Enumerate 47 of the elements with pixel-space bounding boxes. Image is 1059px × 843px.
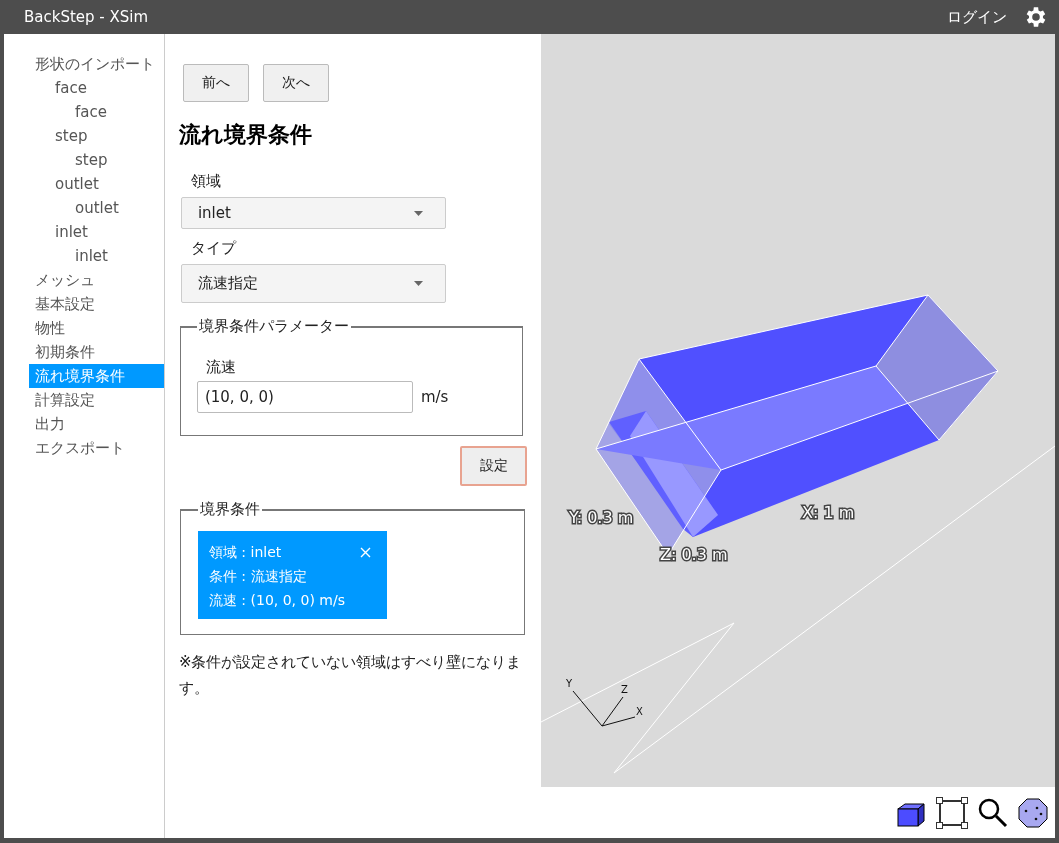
condition-text: 条件 : 流速指定 [208, 567, 307, 586]
region-dropdown[interactable]: inlet [180, 197, 446, 229]
type-dropdown[interactable]: 流速指定 [180, 264, 446, 303]
sidebar-item[interactable]: inlet [29, 244, 164, 268]
field-label: 領域 [190, 172, 222, 191]
window-title: BackStep - XSim [24, 8, 150, 26]
3d-viewport[interactable]: Y: 0.3 m Z: 0.3 m X: 1 m Y Z X [541, 34, 1055, 787]
polyhedron-icon[interactable] [1017, 796, 1049, 829]
sidebar-item[interactable]: outlet [29, 172, 164, 196]
search-icon[interactable] [977, 796, 1009, 829]
axis-label: Y [566, 678, 573, 689]
dimension-label: X: 1 m [802, 503, 855, 522]
page-heading: 流れ境界条件 [178, 121, 313, 149]
axis-label: Z [621, 684, 628, 695]
sidebar-item[interactable]: 出力 [29, 412, 164, 436]
sidebar-item[interactable]: 計算設定 [29, 388, 164, 412]
sidebar-item[interactable]: face [29, 76, 164, 100]
sidebar-item[interactable]: 物性 [29, 316, 164, 340]
login-link[interactable]: ログイン [947, 7, 1007, 27]
dimension-label: Z: 0.3 m [660, 545, 728, 564]
nav-button[interactable]: 前へ [182, 64, 249, 102]
condition-text: 領域 : inlet [208, 543, 282, 562]
field-label: 流速 [205, 358, 237, 377]
group-legend: 境界条件 [197, 500, 262, 519]
sidebar-item[interactable]: step [29, 124, 164, 148]
sidebar-item[interactable]: 初期条件 [29, 340, 164, 364]
field-label: タイプ [190, 239, 238, 258]
unit-label: m/s [420, 388, 449, 406]
sidebar-item[interactable]: 形状のインポート [29, 52, 164, 76]
select-frame-icon[interactable] [935, 795, 969, 830]
axis-label: X [636, 706, 643, 717]
velocity-input-field[interactable]: (10, 0, 0) [196, 381, 413, 413]
set-button[interactable]: 設定 [460, 446, 527, 486]
condition-text: 流速 : (10, 0, 0) m/s [208, 591, 345, 610]
sidebar-item[interactable]: 基本設定 [29, 292, 164, 316]
caret-icon [413, 210, 423, 216]
note-text: ※条件が設定されていない領域はすべり壁になります。 [178, 652, 523, 699]
sidebar-item[interactable]: step [29, 148, 164, 172]
nav-button[interactable]: 次へ [262, 64, 329, 102]
close-icon[interactable] [359, 547, 371, 558]
group-legend: 境界条件パラメーター [196, 317, 351, 336]
caret-icon [413, 281, 423, 286]
sidebar-item[interactable]: face [29, 100, 164, 124]
sidebar-item[interactable]: メッシュ [29, 268, 164, 292]
sidebar-item[interactable]: エクスポート [29, 436, 164, 460]
sidebar-item[interactable]: inlet [29, 220, 164, 244]
sidebar-item[interactable]: outlet [29, 196, 164, 220]
